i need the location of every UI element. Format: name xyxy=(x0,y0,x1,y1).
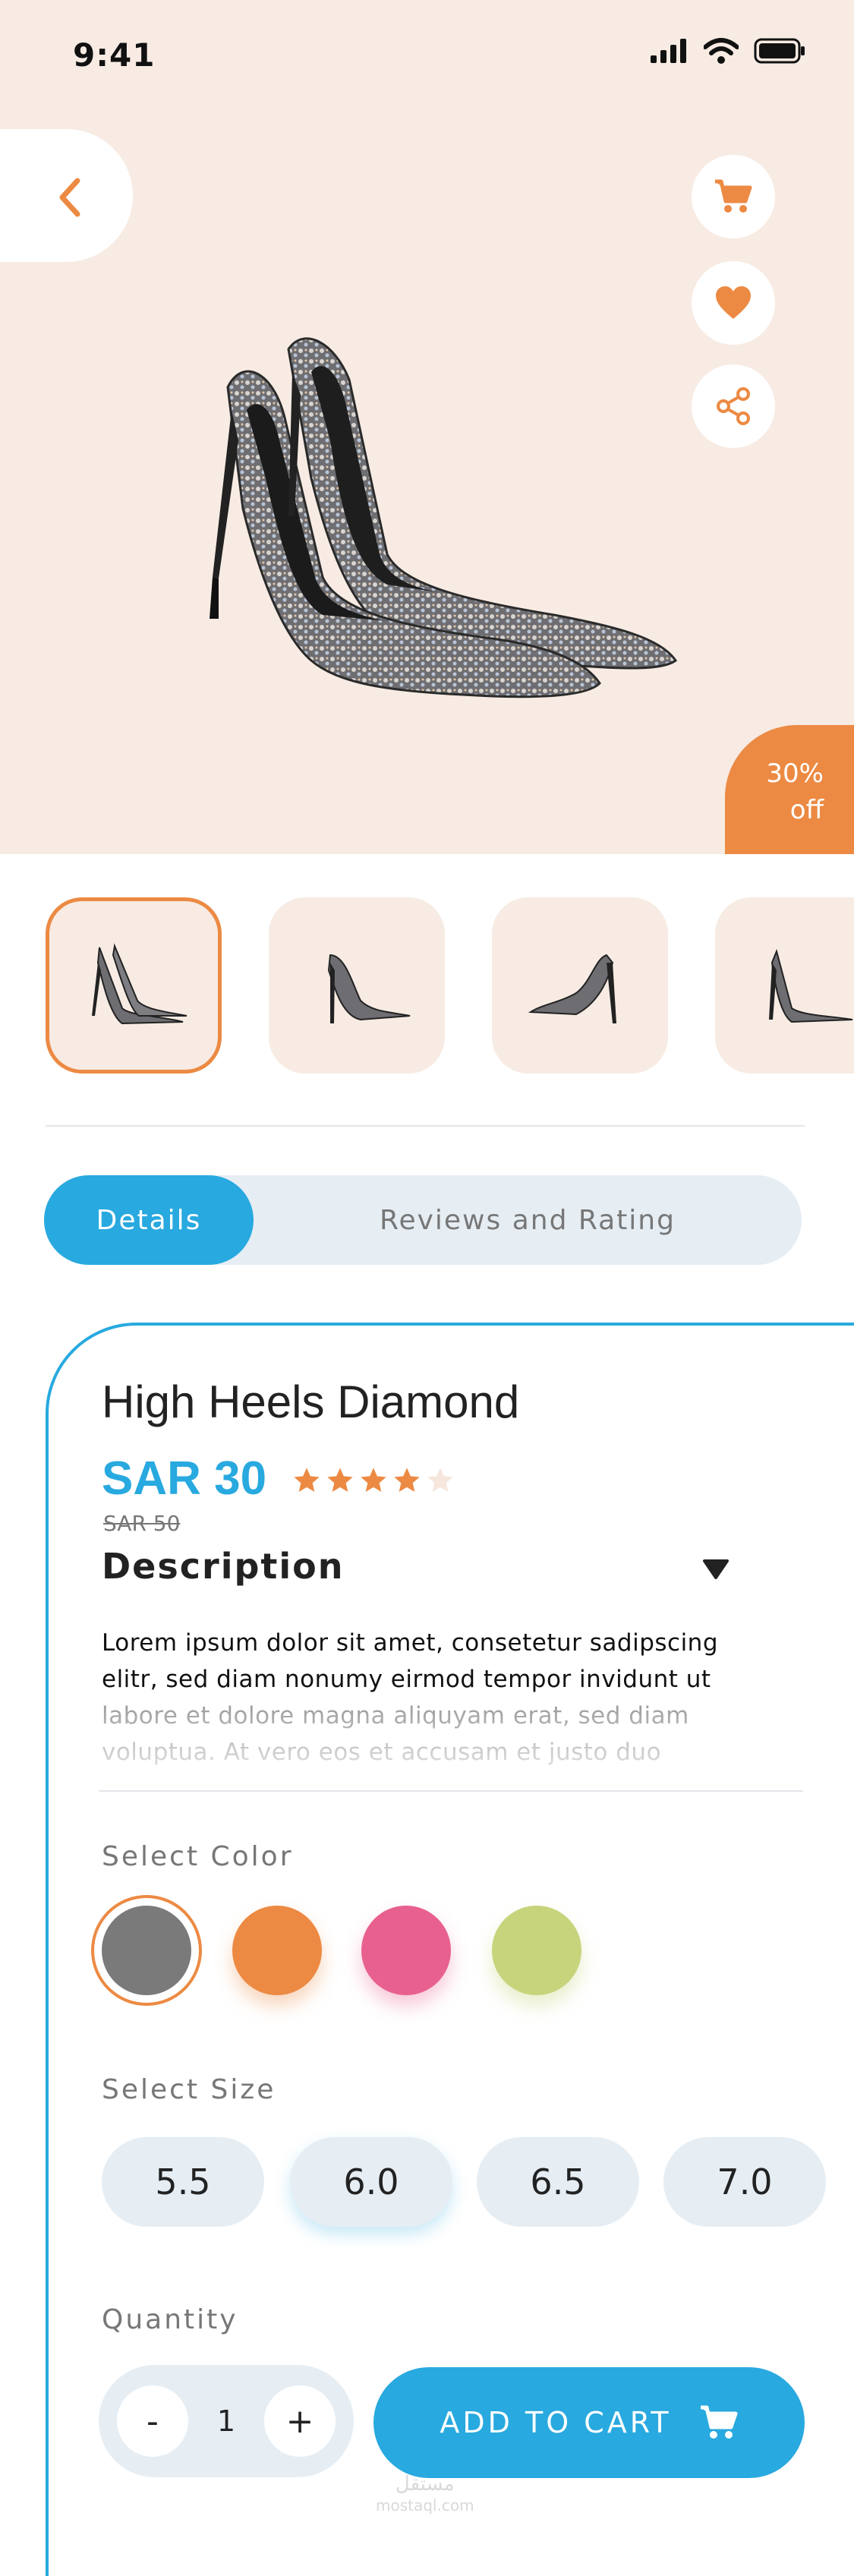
product-title: High Heels Diamond xyxy=(102,1376,520,1427)
back-button[interactable] xyxy=(39,167,100,228)
discount-suffix: off xyxy=(789,795,824,825)
divider xyxy=(99,1790,803,1792)
rating-stars xyxy=(291,1465,455,1496)
color-label: Select Color xyxy=(102,1841,294,1872)
quantity-plus-button[interactable]: + xyxy=(264,2385,336,2457)
status-icons xyxy=(651,38,807,64)
thumbnail-image xyxy=(528,954,616,1023)
tab-reviews[interactable]: Reviews and Rating xyxy=(254,1175,802,1265)
favorite-button[interactable] xyxy=(692,261,775,345)
divider xyxy=(46,1125,805,1127)
thumbnail-2[interactable] xyxy=(269,897,445,1074)
old-price: SAR 50 xyxy=(103,1511,181,1536)
quantity-minus-button[interactable]: - xyxy=(117,2385,188,2457)
star-filled-icon xyxy=(361,1468,386,1492)
watermark-url: mostaql.com xyxy=(376,2496,474,2515)
share-icon xyxy=(717,387,750,425)
tab-details[interactable]: Details xyxy=(44,1175,254,1265)
product-price: SAR 30 xyxy=(102,1452,267,1505)
size-option[interactable]: 5.5 xyxy=(102,2137,264,2227)
cart-icon xyxy=(700,2405,738,2439)
thumbnail-strip xyxy=(46,897,854,1074)
star-filled-icon xyxy=(294,1468,320,1492)
size-option[interactable]: 6.5 xyxy=(477,2137,639,2227)
size-option[interactable]: 7.0 xyxy=(663,2137,826,2227)
tab-bar: Details Reviews and Rating xyxy=(44,1175,802,1265)
thumbnail-1[interactable] xyxy=(46,897,222,1074)
color-swatch-pink[interactable] xyxy=(361,1906,451,1995)
description-fade xyxy=(91,1697,789,1765)
product-image xyxy=(210,337,678,698)
thumbnail-image xyxy=(327,954,411,1023)
color-swatch-gray[interactable] xyxy=(102,1906,191,1995)
quantity-label: Quantity xyxy=(102,2304,238,2335)
heart-icon xyxy=(716,286,751,319)
size-option-selected[interactable]: 6.0 xyxy=(290,2137,452,2227)
cart-button-top[interactable] xyxy=(692,155,775,238)
product-hero: 9:41 30% off xyxy=(0,0,854,854)
thumbnail-3[interactable] xyxy=(492,897,668,1074)
wifi-icon xyxy=(704,38,739,64)
quantity-value: 1 xyxy=(216,2404,236,2438)
star-empty-icon xyxy=(427,1468,453,1492)
watermark-arabic: مستقل xyxy=(395,2473,455,2496)
add-to-cart-button[interactable]: ADD TO CART xyxy=(373,2367,805,2478)
color-swatch-orange[interactable] xyxy=(232,1906,322,1995)
discount-badge: 30% off xyxy=(725,725,854,854)
product-detail-screen: 9:41 30% off Details Reviews and Rating … xyxy=(0,0,854,2576)
back-arrow-icon xyxy=(59,178,80,217)
cart-icon xyxy=(715,179,752,213)
color-swatch-green[interactable] xyxy=(492,1906,581,1995)
battery-icon xyxy=(754,38,805,64)
discount-value: 30% xyxy=(766,758,824,789)
add-to-cart-label: ADD TO CART xyxy=(440,2406,672,2439)
status-time: 9:41 xyxy=(73,36,156,74)
triangle-down-icon xyxy=(703,1559,729,1579)
quantity-stepper: - 1 + xyxy=(99,2365,354,2477)
watermark: مستقل mostaql.com xyxy=(376,2474,474,2516)
thumbnail-4[interactable] xyxy=(715,897,854,1074)
thumbnail-image xyxy=(92,943,188,1025)
star-filled-icon xyxy=(327,1468,353,1492)
share-button[interactable] xyxy=(692,364,775,448)
size-label: Select Size xyxy=(102,2074,276,2105)
description-toggle[interactable] xyxy=(701,1558,730,1584)
description-heading: Description xyxy=(102,1546,345,1587)
thumbnail-image xyxy=(769,948,853,1023)
star-filled-icon xyxy=(394,1468,420,1492)
signal-icon xyxy=(651,39,686,63)
